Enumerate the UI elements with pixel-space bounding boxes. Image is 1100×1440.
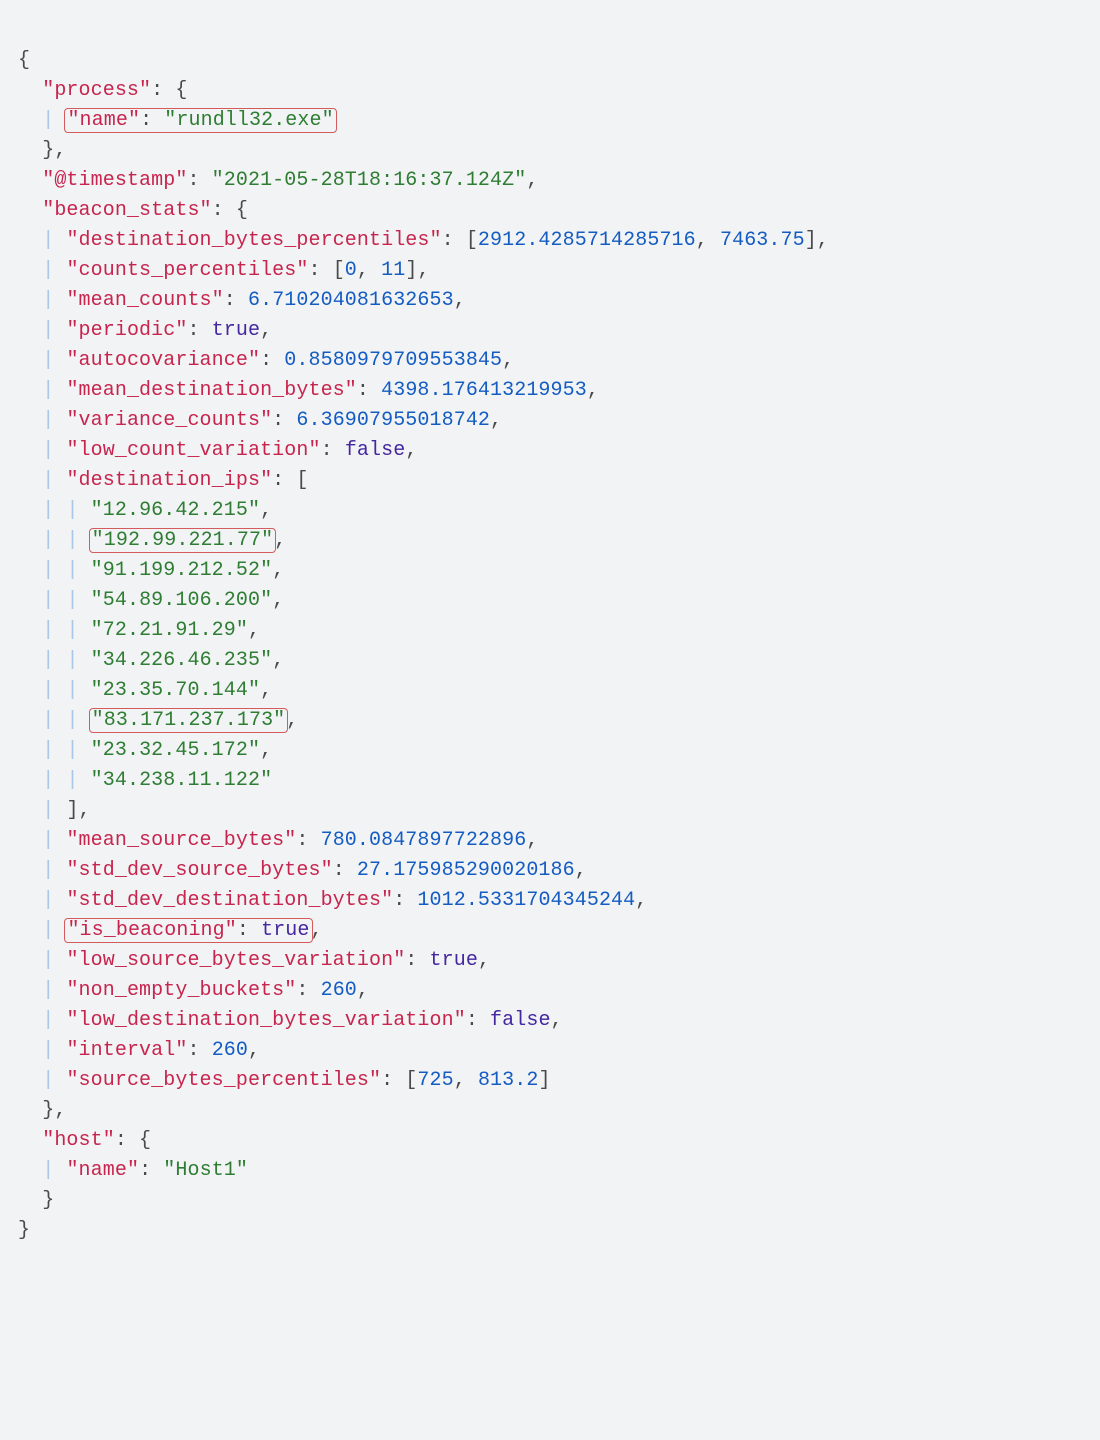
json-number: 780.0847897722896 [321, 829, 527, 852]
json-number: 2912.4285714285716 [478, 229, 696, 252]
json-string: "34.226.46.235" [91, 649, 273, 672]
json-key: "destination_bytes_percentiles" [66, 229, 441, 252]
json-string: "12.96.42.215" [91, 499, 260, 522]
json-key: "mean_source_bytes" [66, 829, 296, 852]
json-key: "mean_counts" [66, 289, 223, 312]
json-number: 11 [381, 259, 405, 282]
json-key: "periodic" [66, 319, 187, 342]
json-bool: false [490, 1009, 551, 1032]
json-key: "is_beaconing" [67, 919, 236, 942]
highlight-is-beaconing: "is_beaconing": true [64, 918, 312, 943]
json-key: "source_bytes_percentiles" [66, 1069, 381, 1092]
json-key: "process" [42, 79, 151, 102]
json-key: "name" [67, 109, 140, 132]
json-bool: true [430, 949, 478, 972]
json-key: "non_empty_buckets" [66, 979, 296, 1002]
json-string: "23.35.70.144" [91, 679, 260, 702]
json-key: "interval" [66, 1039, 187, 1062]
highlight-ip: "83.171.237.173" [89, 708, 289, 733]
json-string: "23.32.45.172" [91, 739, 260, 762]
highlight-ip: "192.99.221.77" [89, 528, 277, 553]
json-number: 1012.5331704345244 [417, 889, 635, 912]
json-key: "low_destination_bytes_variation" [66, 1009, 465, 1032]
json-bool: true [261, 919, 309, 942]
json-number: 813.2 [478, 1069, 539, 1092]
json-string: "2021-05-28T18:16:37.124Z" [212, 169, 527, 192]
json-key: "host" [42, 1129, 115, 1152]
json-number: 7463.75 [720, 229, 805, 252]
json-key: "name" [66, 1159, 139, 1182]
json-number: 725 [417, 1069, 453, 1092]
json-string: "54.89.106.200" [91, 589, 273, 612]
json-string: "83.171.237.173" [92, 709, 286, 732]
brace-open: { [18, 49, 30, 72]
json-key: "mean_destination_bytes" [66, 379, 356, 402]
json-string: "34.238.11.122" [91, 769, 273, 792]
json-number: 260 [321, 979, 357, 1002]
json-key: "variance_counts" [66, 409, 272, 432]
json-key: "destination_ips" [66, 469, 272, 492]
json-key: "low_source_bytes_variation" [66, 949, 405, 972]
highlight-process-name: "name": "rundll32.exe" [64, 108, 336, 133]
json-number: 6.36907955018742 [296, 409, 490, 432]
json-bool: true [212, 319, 260, 342]
brace-close: } [18, 1219, 30, 1242]
json-key: "std_dev_destination_bytes" [66, 889, 393, 912]
json-string: "Host1" [163, 1159, 248, 1182]
json-number: 27.175985290020186 [357, 859, 575, 882]
json-number: 6.710204081632653 [248, 289, 454, 312]
json-string: "72.21.91.29" [91, 619, 248, 642]
json-string: "91.199.212.52" [91, 559, 273, 582]
json-code-block: { "process": { | "name": "rundll32.exe" … [0, 0, 1100, 1264]
json-key: "beacon_stats" [42, 199, 211, 222]
json-number: 0.8580979709553845 [284, 349, 502, 372]
json-string: "rundll32.exe" [164, 109, 333, 132]
json-key: "std_dev_source_bytes" [66, 859, 332, 882]
json-key: "counts_percentiles" [66, 259, 308, 282]
json-number: 0 [345, 259, 357, 282]
json-number: 4398.176413219953 [381, 379, 587, 402]
json-bool: false [345, 439, 406, 462]
json-key: "low_count_variation" [66, 439, 320, 462]
json-key: "autocovariance" [66, 349, 260, 372]
json-number: 260 [212, 1039, 248, 1062]
json-key: "@timestamp" [42, 169, 187, 192]
json-string: "192.99.221.77" [92, 529, 274, 552]
